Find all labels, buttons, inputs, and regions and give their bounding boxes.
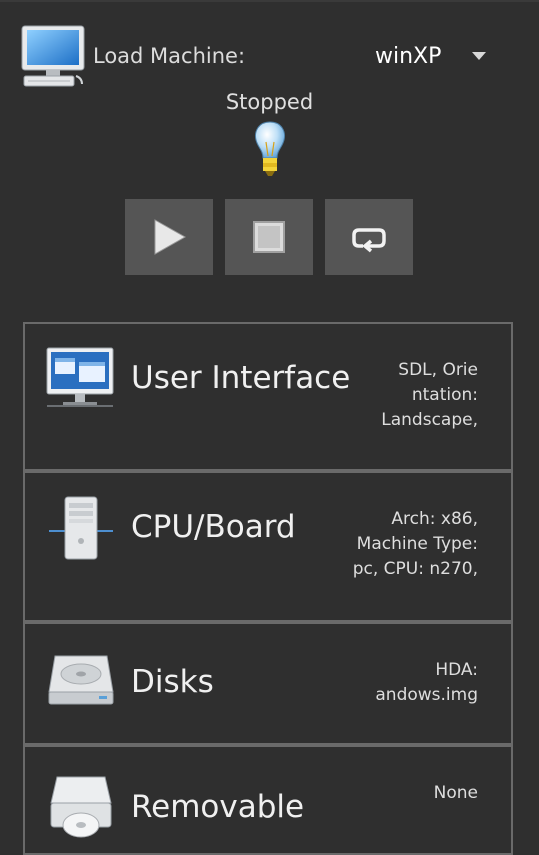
computer-icon bbox=[21, 25, 85, 87]
stop-button[interactable] bbox=[225, 199, 313, 275]
section-title: Removable bbox=[131, 789, 305, 825]
section-summary: SDL, Orie ntation: Landscape, bbox=[381, 360, 478, 430]
section-user-interface[interactable]: User Interface SDL, Orie ntation: Landsc… bbox=[23, 322, 513, 471]
section-title: Disks bbox=[131, 664, 214, 700]
hard-disk-icon bbox=[48, 655, 114, 705]
play-icon bbox=[154, 219, 187, 255]
stop-icon bbox=[253, 221, 285, 253]
status-text: Stopped bbox=[225, 90, 314, 114]
tower-computer-icon bbox=[49, 496, 113, 560]
section-title: CPU/Board bbox=[131, 509, 296, 545]
load-machine-label: Load Machine: bbox=[93, 44, 246, 68]
machine-select-value: winXP bbox=[375, 44, 442, 69]
cdrom-drive-icon bbox=[50, 776, 112, 838]
section-removable[interactable]: Removable None bbox=[23, 745, 513, 855]
section-summary: None bbox=[433, 783, 478, 803]
lightbulb-icon bbox=[255, 121, 285, 176]
section-summary: HDA: andows.img bbox=[375, 660, 478, 705]
play-button[interactable] bbox=[125, 199, 213, 275]
machine-select[interactable]: winXP bbox=[375, 40, 495, 74]
section-cpu-board[interactable]: CPU/Board Arch: x86, Machine Type: pc, C… bbox=[23, 471, 513, 622]
chevron-down-icon bbox=[472, 52, 486, 60]
top-edge bbox=[0, 0, 539, 2]
restart-button[interactable] bbox=[325, 199, 413, 275]
restart-icon bbox=[352, 228, 386, 253]
section-title: User Interface bbox=[131, 360, 351, 396]
monitor-icon bbox=[46, 347, 114, 407]
section-disks[interactable]: Disks HDA: andows.img bbox=[23, 622, 513, 745]
section-summary: Arch: x86, Machine Type: pc, CPU: n270, bbox=[352, 509, 478, 579]
